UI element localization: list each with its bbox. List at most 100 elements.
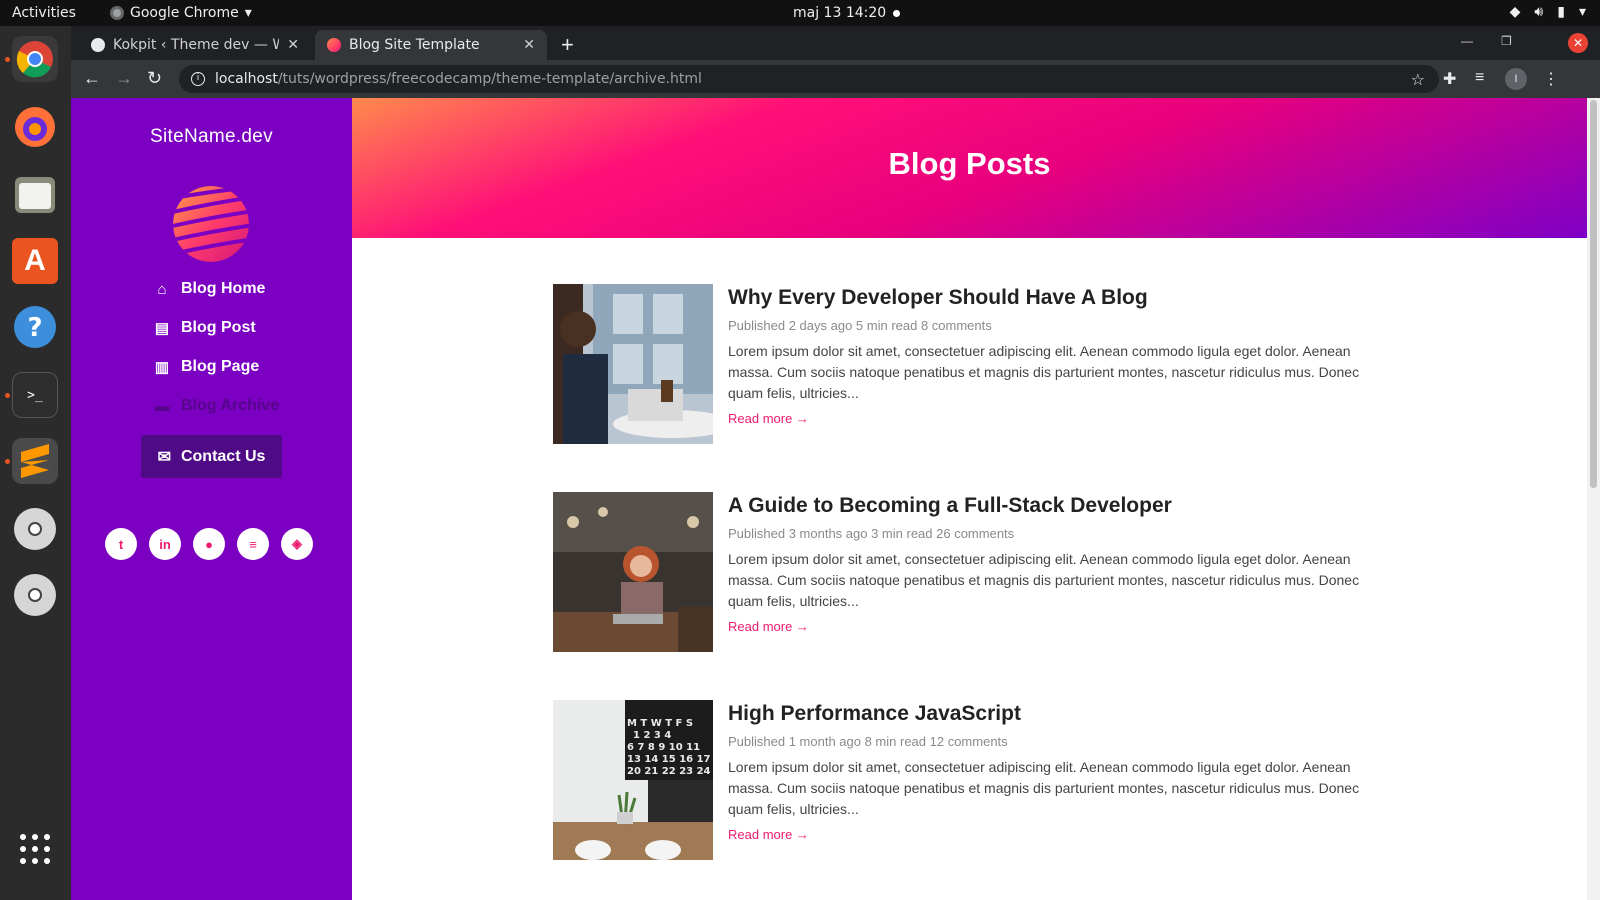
close-icon[interactable]: ✕	[523, 37, 535, 53]
wifi-icon: ◆	[1509, 4, 1521, 20]
svg-text:6 7 8 9 10 11: 6 7 8 9 10 11	[627, 742, 700, 753]
system-top-bar: Activities Google Chrome ▾ maj 13 14:20 …	[0, 0, 1600, 26]
post-body: Why Every Developer Should Have A Blog P…	[728, 284, 1368, 428]
back-arrow-icon[interactable]: ←	[83, 68, 101, 89]
nav-blog-post[interactable]: ▤ Blog Post	[153, 319, 256, 337]
nav-blog-home[interactable]: ⌂ Blog Home	[153, 280, 265, 298]
post-card: A Guide to Becoming a Full-Stack Develop…	[553, 492, 1373, 652]
notification-dot	[893, 10, 900, 17]
address-bar[interactable]: i localhost/tuts/wordpress/freecodecamp/…	[179, 65, 1439, 93]
terminal-dock-icon[interactable]: >_	[12, 372, 58, 418]
codepen-icon[interactable]: ◈	[281, 528, 313, 560]
svg-text:?: ?	[27, 313, 42, 343]
chrome-dock-icon[interactable]	[12, 36, 58, 82]
linkedin-icon[interactable]: in	[149, 528, 181, 560]
tray-menu-icon: ▾	[1578, 4, 1586, 20]
social-links: t in ● ≡ ◈	[105, 528, 313, 560]
post-thumbnail[interactable]	[553, 492, 713, 652]
svg-text:1 2 3 4: 1 2 3 4	[633, 730, 671, 741]
media-queue-icon[interactable]: ≡	[1475, 69, 1484, 87]
tab-kokpit[interactable]: Kokpit ‹ Theme dev — Wo ✕	[79, 30, 311, 60]
show-apps-icon[interactable]	[12, 826, 58, 872]
page-scrollbar[interactable]	[1587, 98, 1600, 900]
post-excerpt: Lorem ipsum dolor sit amet, consectetuer…	[728, 759, 1360, 817]
dock: A ? >_	[0, 26, 71, 900]
stackoverflow-icon[interactable]: ≡	[237, 528, 269, 560]
new-tab-button[interactable]: +	[561, 32, 574, 58]
extensions-icon[interactable]: ✚	[1443, 69, 1456, 89]
svg-text:13 14 15 16 17 18: 13 14 15 16 17 18	[627, 754, 713, 765]
forward-arrow-icon[interactable]: →	[115, 68, 133, 89]
read-more-link[interactable]: Read more →	[728, 411, 809, 426]
post-body: A Guide to Becoming a Full-Stack Develop…	[728, 492, 1368, 636]
maximize-icon[interactable]: ❐	[1501, 34, 1512, 48]
post-meta: Published 3 months ago 3 min read 26 com…	[728, 526, 1015, 541]
tab-title: Blog Site Template	[349, 37, 480, 53]
minimize-icon[interactable]: —	[1461, 34, 1473, 48]
read-more-link[interactable]: Read more →	[728, 619, 809, 634]
scrollbar-thumb[interactable]	[1590, 100, 1597, 488]
url-path: /tuts/wordpress/freecodecamp/theme-templ…	[277, 71, 702, 87]
firefox-dock-icon[interactable]	[12, 104, 58, 150]
app-menu[interactable]: Google Chrome ▾	[110, 5, 252, 21]
bookmark-star-icon[interactable]: ☆	[1411, 70, 1425, 89]
post-title[interactable]: Why Every Developer Should Have A Blog	[728, 286, 1368, 310]
help-dock-icon[interactable]: ?	[12, 304, 58, 350]
menu-kebab-icon[interactable]: ⋮	[1543, 69, 1559, 89]
software-dock-icon[interactable]: A	[12, 238, 58, 284]
site-name[interactable]: SiteName.dev	[71, 126, 352, 148]
disc-dock-icon[interactable]	[12, 506, 58, 552]
url-host: localhost	[215, 71, 278, 87]
activities-button[interactable]: Activities	[12, 5, 76, 21]
web-page: SiteName.dev ⌂ Blog Home ▤ Blog Post ▥ B…	[71, 98, 1587, 900]
battery-icon: ▮	[1557, 4, 1565, 20]
post-excerpt: Lorem ipsum dolor sit amet, consectetuer…	[728, 551, 1360, 609]
app-menu-label: Google Chrome	[130, 5, 239, 21]
envelope-icon: ✉	[157, 448, 171, 466]
running-indicator	[5, 57, 10, 62]
files-dock-icon[interactable]	[12, 172, 58, 218]
post-title[interactable]: A Guide to Becoming a Full-Stack Develop…	[728, 494, 1368, 518]
post-title[interactable]: High Performance JavaScript	[728, 702, 1368, 726]
archive-icon: ▬	[154, 397, 170, 415]
tab-title: Kokpit ‹ Theme dev — Wo	[113, 37, 280, 53]
globe-icon	[91, 38, 105, 52]
profile-avatar[interactable]: I	[1505, 68, 1527, 90]
post-meta: Published 2 days ago 5 min read 8 commen…	[728, 318, 992, 333]
info-icon[interactable]: i	[191, 72, 205, 86]
twitter-icon[interactable]: t	[105, 528, 137, 560]
contact-label: Contact Us	[180, 447, 266, 465]
file-alt-icon: ▥	[154, 359, 170, 376]
github-icon[interactable]: ●	[193, 528, 225, 560]
contact-us-button[interactable]: ✉ Contact Us	[141, 435, 282, 478]
browser-toolbar: ← → ↻ i localhost/tuts/wordpress/freecod…	[71, 60, 1600, 98]
reload-icon[interactable]: ↻	[147, 68, 162, 89]
disc-dock-icon-2[interactable]	[12, 572, 58, 618]
home-icon: ⌂	[157, 280, 167, 298]
post-thumbnail[interactable]: M T W T F S 1 2 3 4 6 7 8 9 10 11 13 14 …	[553, 700, 713, 860]
post-card: M T W T F S 1 2 3 4 6 7 8 9 10 11 13 14 …	[553, 700, 1373, 860]
svg-text:M T W T F S: M T W T F S	[627, 718, 693, 729]
page-hero: Blog Posts	[352, 98, 1587, 238]
read-more-link[interactable]: Read more →	[728, 827, 809, 842]
post-excerpt: Lorem ipsum dolor sit amet, consectetuer…	[728, 343, 1360, 401]
site-logo-icon	[173, 186, 249, 262]
file-icon: ▤	[154, 320, 170, 337]
site-favicon-icon	[327, 38, 341, 52]
nav-blog-archive[interactable]: ▬ Blog Archive	[153, 397, 280, 415]
close-icon[interactable]: ✕	[287, 37, 299, 53]
system-tray[interactable]: ◆ 🔊︎ ▮ ▾	[1510, 4, 1586, 20]
tab-blog-site-template[interactable]: Blog Site Template ✕	[315, 30, 547, 60]
chrome-small-icon	[110, 6, 124, 20]
nav-blog-page[interactable]: ▥ Blog Page	[153, 358, 259, 376]
post-meta: Published 1 month ago 8 min read 12 comm…	[728, 734, 1008, 749]
caret-down-icon: ▾	[244, 5, 252, 21]
clock[interactable]: maj 13 14:20	[793, 5, 886, 21]
site-sidebar: SiteName.dev ⌂ Blog Home ▤ Blog Post ▥ B…	[71, 98, 352, 900]
sublime-dock-icon[interactable]	[12, 438, 58, 484]
running-indicator	[5, 459, 10, 464]
post-thumbnail[interactable]	[553, 284, 713, 444]
window-close-button[interactable]: ✕	[1568, 33, 1588, 53]
nav-label: Blog Archive	[181, 397, 280, 414]
nav-label: Blog Home	[181, 280, 266, 297]
